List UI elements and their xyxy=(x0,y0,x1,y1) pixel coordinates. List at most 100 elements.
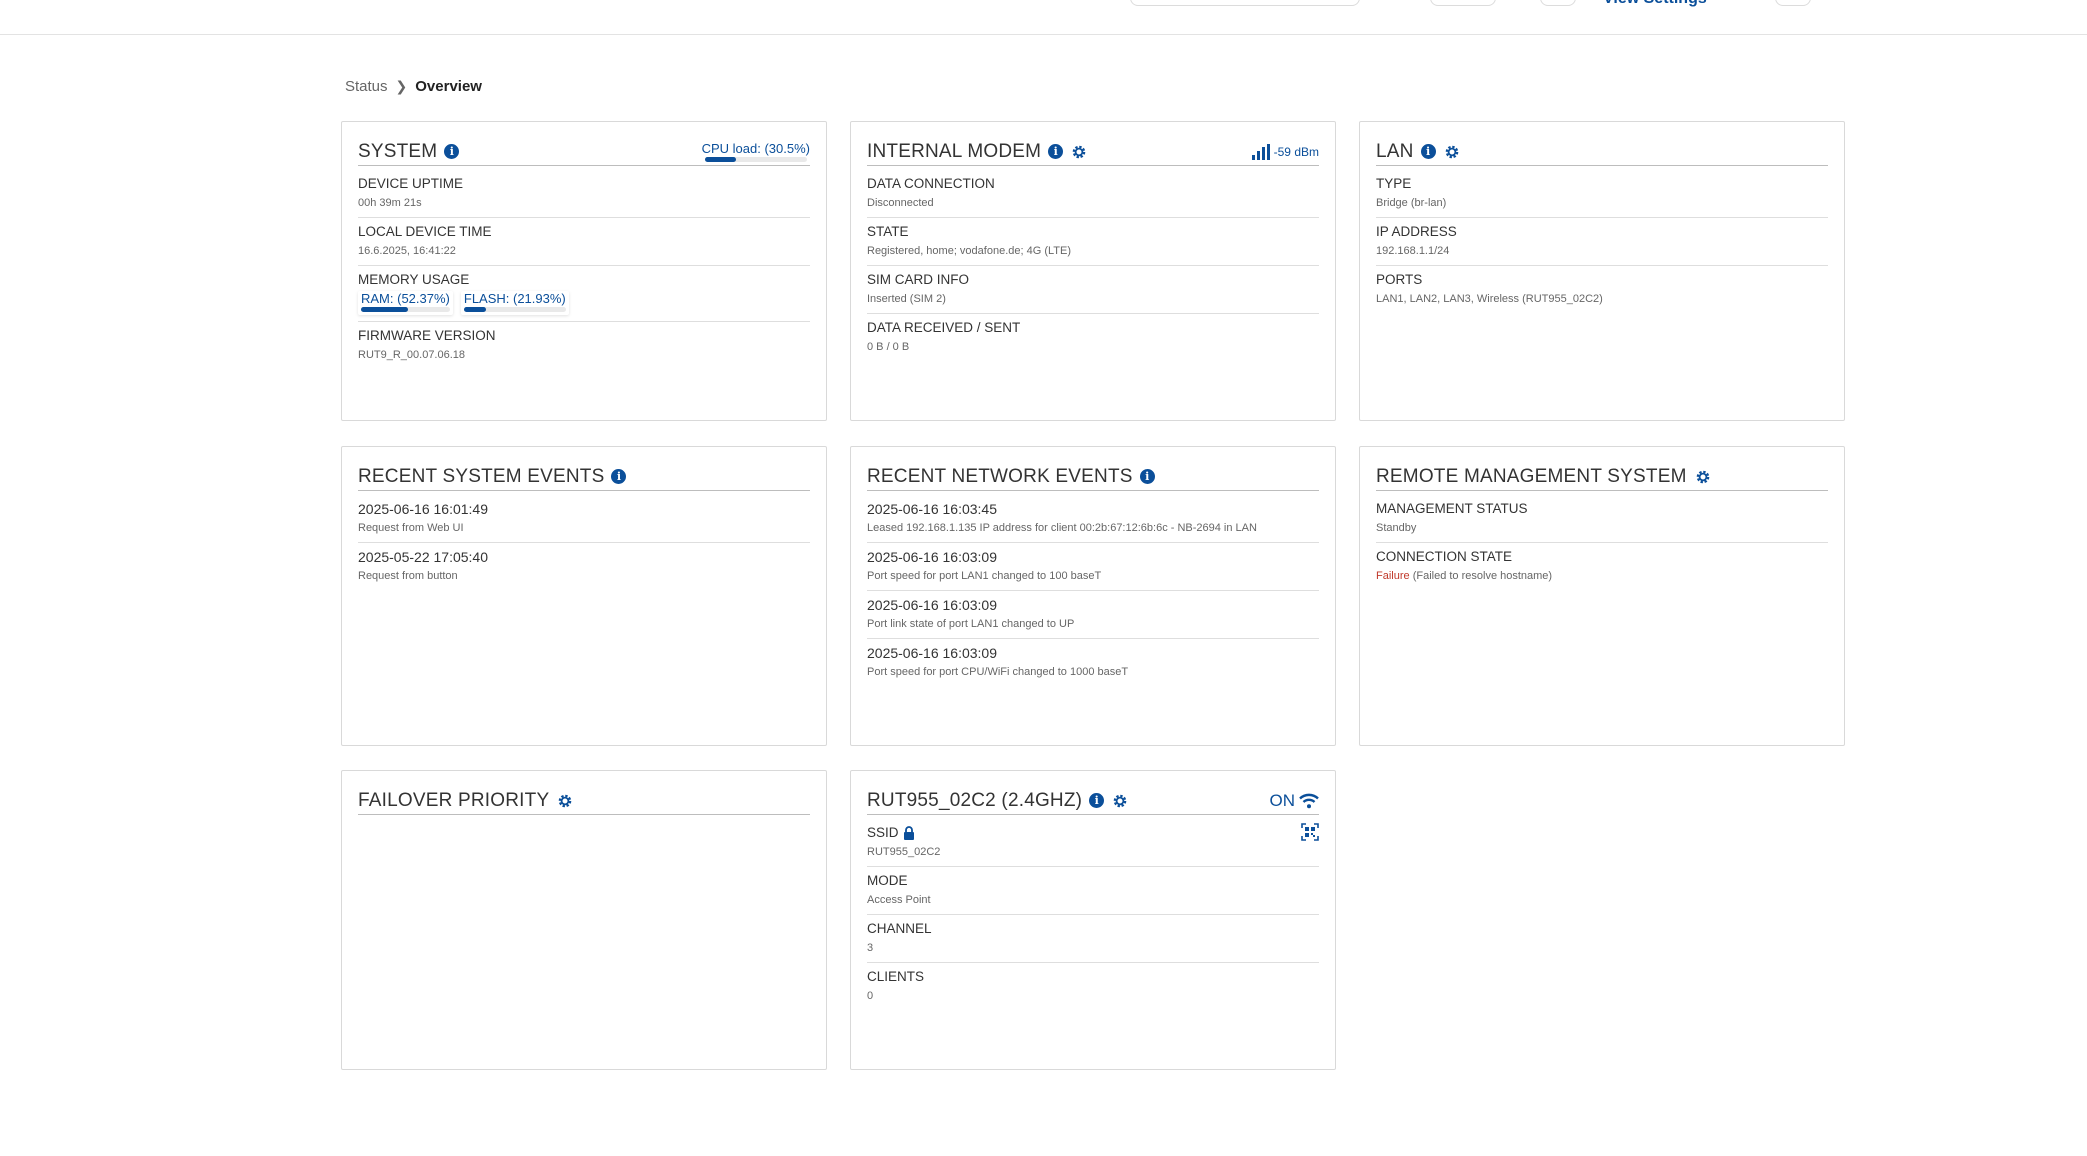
signal-strength-icon xyxy=(1251,143,1270,160)
system-card: SYSTEM i CPU load: (30.5%) DEVICE UPTIME… xyxy=(341,121,827,421)
chevron-right-icon: ❯ xyxy=(395,78,408,94)
lock-icon xyxy=(903,826,914,840)
card-title: RECENT SYSTEM EVENTS xyxy=(358,465,605,487)
row-value: Disconnected xyxy=(867,197,934,209)
row-value: Registered, home; vodafone.de; 4G (LTE) xyxy=(867,245,1072,257)
info-icon[interactable]: i xyxy=(1139,469,1155,484)
list-item: 2025-06-16 16:01:49 Request from Web UI xyxy=(358,495,810,543)
event-text: Leased 192.168.1.135 IP address for clie… xyxy=(867,522,1257,534)
ram-usage-bar xyxy=(361,307,450,312)
wifi-icon xyxy=(1299,793,1319,808)
row-label: DEVICE UPTIME xyxy=(358,176,464,191)
row-value: Inserted (SIM 2) xyxy=(867,293,946,305)
row-value: 0 B / 0 B xyxy=(867,341,910,353)
wifi-state-toggle[interactable]: ON xyxy=(1270,791,1320,811)
list-item: SIM CARD INFO Inserted (SIM 2) xyxy=(867,266,1319,314)
info-icon[interactable]: i xyxy=(1420,144,1436,159)
row-value: Standby xyxy=(1376,522,1417,534)
flash-usage-indicator: FLASH: (21.93%) xyxy=(461,291,569,315)
event-text: Port speed for port CPU/WiFi changed to … xyxy=(867,666,1129,678)
row-value: 0 xyxy=(867,990,874,1002)
wireless-card: RUT955_02C2 (2.4GHZ) i ON SSID RUT955_02… xyxy=(850,770,1336,1070)
list-item: 2025-06-16 16:03:09 Port speed for port … xyxy=(867,543,1319,591)
row-label: FIRMWARE VERSION xyxy=(358,328,496,343)
status-detail-text: (Failed to resolve hostname) xyxy=(1412,570,1553,582)
card-title: RUT955_02C2 (2.4GHZ) xyxy=(867,789,1083,811)
row-label: IP ADDRESS xyxy=(1376,224,1457,239)
gear-icon[interactable] xyxy=(1112,793,1128,809)
remote-management-system-card: REMOTE MANAGEMENT SYSTEM MANAGEMENT STAT… xyxy=(1359,446,1845,746)
recent-network-events-card: RECENT NETWORK EVENTS i 2025-06-16 16:03… xyxy=(850,446,1336,746)
breadcrumb-status-link[interactable]: Status xyxy=(345,78,388,95)
row-label: STATE xyxy=(867,224,909,239)
view-settings-link[interactable]: View Settings xyxy=(1603,0,1707,8)
row-value: RUT9_R_00.07.06.18 xyxy=(358,349,466,361)
list-item: MEMORY USAGE RAM: (52.37%) FLASH: (21.93… xyxy=(358,266,810,322)
breadcrumb: Status ❯ Overview xyxy=(345,78,482,95)
list-item: CONNECTION STATE Failure (Failed to reso… xyxy=(1376,543,1828,590)
cpu-load-indicator: CPU load: (30.5%) xyxy=(702,141,810,162)
list-item: IP ADDRESS 192.168.1.1/24 xyxy=(1376,218,1828,266)
network-events-list: 2025-06-16 16:03:45 Leased 192.168.1.135… xyxy=(867,495,1319,686)
list-item: 2025-06-16 16:03:09 Port link state of p… xyxy=(867,591,1319,639)
ram-usage-bar-fill xyxy=(361,307,408,312)
list-item: PORTS LAN1, LAN2, LAN3, Wireless (RUT955… xyxy=(1376,266,1828,313)
info-icon[interactable]: i xyxy=(444,144,460,159)
flash-usage-label: FLASH: (21.93%) xyxy=(463,291,566,306)
cpu-load-bar xyxy=(704,157,807,162)
info-icon[interactable]: i xyxy=(1048,144,1064,159)
gear-icon[interactable] xyxy=(1444,144,1460,160)
connection-state-value: Failure (Failed to resolve hostname) xyxy=(1376,568,1828,584)
ssid-label-wrap: SSID xyxy=(867,824,1319,842)
cpu-load-label: CPU load: (30.5%) xyxy=(701,141,810,156)
status-failure-text: Failure xyxy=(1376,570,1410,582)
event-time: 2025-06-16 16:03:09 xyxy=(867,597,997,613)
event-time: 2025-06-16 16:03:09 xyxy=(867,645,997,661)
user-menu-button[interactable] xyxy=(1775,0,1811,6)
lan-rows: TYPE Bridge (br-lan) IP ADDRESS 192.168.… xyxy=(1376,170,1828,313)
ram-usage-label: RAM: (52.37%) xyxy=(361,291,450,306)
row-value: 16.6.2025, 16:41:22 xyxy=(358,245,456,257)
info-icon[interactable]: i xyxy=(1089,793,1105,808)
header-button[interactable] xyxy=(1430,0,1496,6)
row-value: RUT955_02C2 xyxy=(867,846,941,858)
event-text: Request from Web UI xyxy=(358,522,464,534)
info-icon[interactable]: i xyxy=(611,469,627,484)
row-value: Bridge (br-lan) xyxy=(1376,197,1447,209)
row-value: 3 xyxy=(867,942,874,954)
gear-icon[interactable] xyxy=(1071,144,1087,160)
card-header: LAN i xyxy=(1376,138,1828,166)
card-header: REMOTE MANAGEMENT SYSTEM xyxy=(1376,463,1828,491)
gear-icon[interactable] xyxy=(557,793,573,809)
row-label: TYPE xyxy=(1376,176,1412,191)
row-label: MODE xyxy=(867,873,908,888)
row-label: SIM CARD INFO xyxy=(867,272,970,287)
row-value: 00h 39m 21s xyxy=(358,197,422,209)
row-value: 192.168.1.1/24 xyxy=(1376,245,1450,257)
top-navigation-bar: View Settings xyxy=(0,0,2087,35)
row-label: SSID xyxy=(867,825,899,840)
list-item: TYPE Bridge (br-lan) xyxy=(1376,170,1828,218)
flash-usage-bar-fill xyxy=(463,307,487,312)
list-item: MODE Access Point xyxy=(867,867,1319,915)
list-item: CLIENTS 0 xyxy=(867,963,1319,1010)
list-item: DEVICE UPTIME 00h 39m 21s xyxy=(358,170,810,218)
qr-code-icon[interactable] xyxy=(1301,823,1319,841)
row-label: MEMORY USAGE xyxy=(358,272,470,287)
card-header: RECENT SYSTEM EVENTS i xyxy=(358,463,810,491)
header-icon-button[interactable] xyxy=(1540,0,1576,6)
row-value: LAN1, LAN2, LAN3, Wireless (RUT955_02C2) xyxy=(1376,293,1603,305)
row-label: DATA CONNECTION xyxy=(867,176,995,191)
system-rows: DEVICE UPTIME 00h 39m 21s LOCAL DEVICE T… xyxy=(358,170,810,369)
gear-icon[interactable] xyxy=(1695,469,1711,485)
event-time: 2025-06-16 16:01:49 xyxy=(358,501,488,517)
list-item: 2025-05-22 17:05:40 Request from button xyxy=(358,543,810,590)
header-search-field[interactable] xyxy=(1130,0,1360,6)
wifi-rows: SSID RUT955_02C2 MODE Access Point CHANN… xyxy=(867,819,1319,1010)
list-item: 2025-06-16 16:03:09 Port speed for port … xyxy=(867,639,1319,686)
card-header: RUT955_02C2 (2.4GHZ) i ON xyxy=(867,787,1319,815)
system-events-list: 2025-06-16 16:01:49 Request from Web UI … xyxy=(358,495,810,590)
list-item: DATA RECEIVED / SENT 0 B / 0 B xyxy=(867,314,1319,361)
card-title: REMOTE MANAGEMENT SYSTEM xyxy=(1376,465,1687,487)
row-label: CONNECTION STATE xyxy=(1376,549,1513,564)
